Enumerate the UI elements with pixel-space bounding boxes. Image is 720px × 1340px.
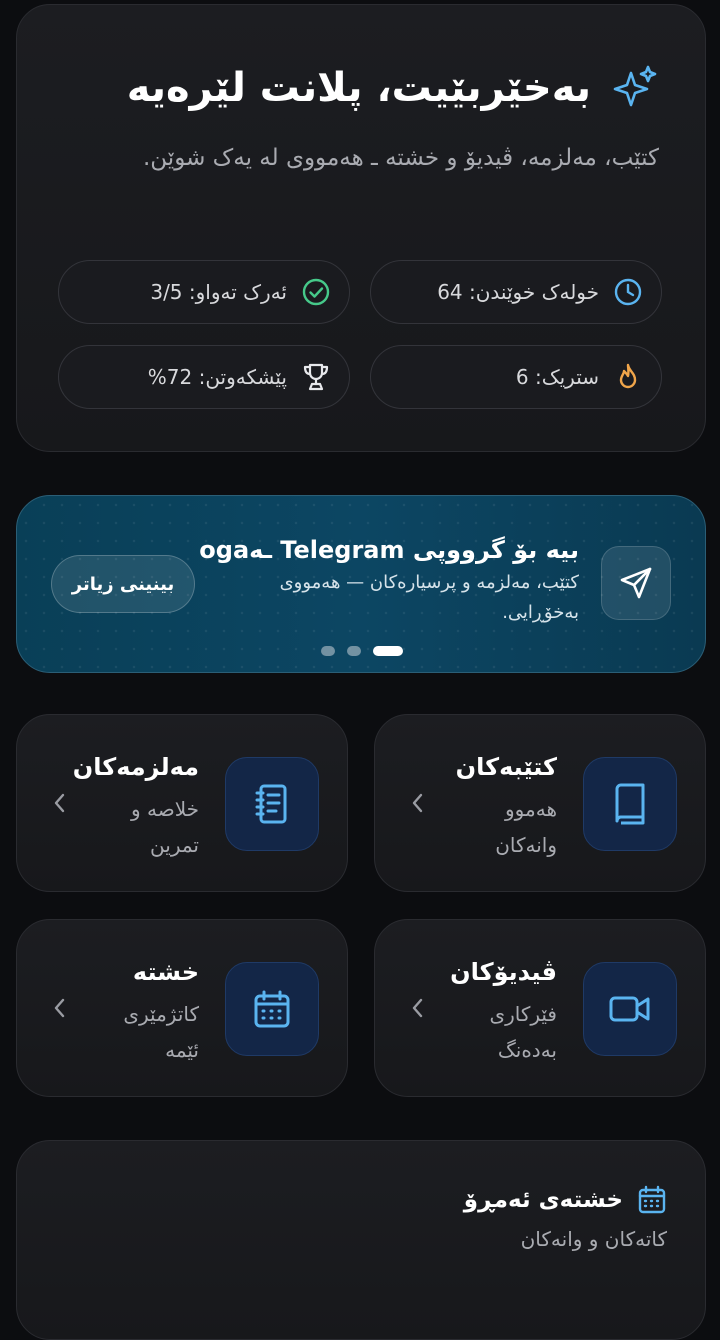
video-icon [583,962,677,1056]
tile-title: مەلزمەکان [72,753,199,781]
stat-reading-minutes: خولەک خوێندن: 64 [370,260,662,324]
promo-title: بیە بۆ گرووپی Telegram ـەoga [199,536,579,564]
check-circle-icon [299,275,333,309]
tile-title: ڤیدیۆکان [450,958,557,986]
calendar-icon [637,1185,667,1215]
chevron-left-icon [412,998,423,1018]
see-more-button[interactable]: بینینی زیاتر [51,555,195,613]
stat-label: خولەک خوێندن: 64 [437,280,599,304]
welcome-card: بەخێربێیت، پلانت لێرەیە کتێب، مەلزمە، ڤی… [16,4,706,452]
stat-label: ئەرک تەواو: 3/5 [150,280,287,304]
tile-videos[interactable]: ڤیدیۆکان فێرکاری بەدەنگ [374,919,706,1097]
tile-subtitle: خلاصە و تمرین [130,797,199,857]
today-schedule-header: خشتەی ئەمڕۆ [464,1185,667,1215]
today-schedule-card[interactable]: خشتەی ئەمڕۆ کاتەکان و وانەکان [16,1140,706,1340]
calendar-icon [225,962,319,1056]
stat-progress: پێشکەوتن: 72% [58,345,350,409]
telegram-promo-banner[interactable]: بیە بۆ گرووپی Telegram ـەoga کتێب، مەلزم… [16,495,706,673]
stat-tasks-done: ئەرک تەواو: 3/5 [58,260,350,324]
today-schedule-subtitle: کاتەکان و وانەکان [520,1227,667,1251]
carousel-dots [321,646,403,656]
stat-streak: ستریک: 6 [370,345,662,409]
flame-icon [611,360,645,394]
notebook-icon [225,757,319,851]
tile-subtitle: فێرکاری بەدەنگ [489,1002,557,1062]
chevron-left-icon [54,793,65,813]
welcome-subtitle: کتێب، مەلزمە، ڤیدیۆ و خشتە ـ هەمووی لە ی… [142,145,659,171]
tile-subtitle: هەموو وانەکان [495,797,557,857]
carousel-dot-active[interactable] [373,646,403,656]
welcome-header: بەخێربێیت، پلانت لێرەیە [127,63,659,113]
today-schedule-title: خشتەی ئەمڕۆ [463,1187,623,1213]
carousel-dot[interactable] [321,646,335,656]
carousel-dot[interactable] [347,646,361,656]
tile-books[interactable]: کتێبەکان هەموو وانەکان [374,714,706,892]
send-icon [601,546,671,620]
book-icon [583,757,677,851]
tile-subtitle: کاتژمێری ئێمە [123,1002,199,1062]
clock-icon [611,275,645,309]
stat-label: ستریک: 6 [515,365,599,389]
welcome-title: بەخێربێیت، پلانت لێرەیە [126,65,591,111]
stat-label: پێشکەوتن: 72% [147,365,287,389]
promo-description: کتێب، مەلزمە و پرسیارەکان — هەمووی بەخۆڕ… [279,572,579,623]
tile-title: خشتە [132,958,199,986]
tile-booklets[interactable]: مەلزمەکان خلاصە و تمرین [16,714,348,892]
chevron-left-icon [412,793,423,813]
tile-schedule[interactable]: خشتە کاتژمێری ئێمە [16,919,348,1097]
chevron-left-icon [54,998,65,1018]
sparkles-icon [609,63,659,113]
trophy-icon [299,360,333,394]
tile-title: کتێبەکان [455,753,557,781]
